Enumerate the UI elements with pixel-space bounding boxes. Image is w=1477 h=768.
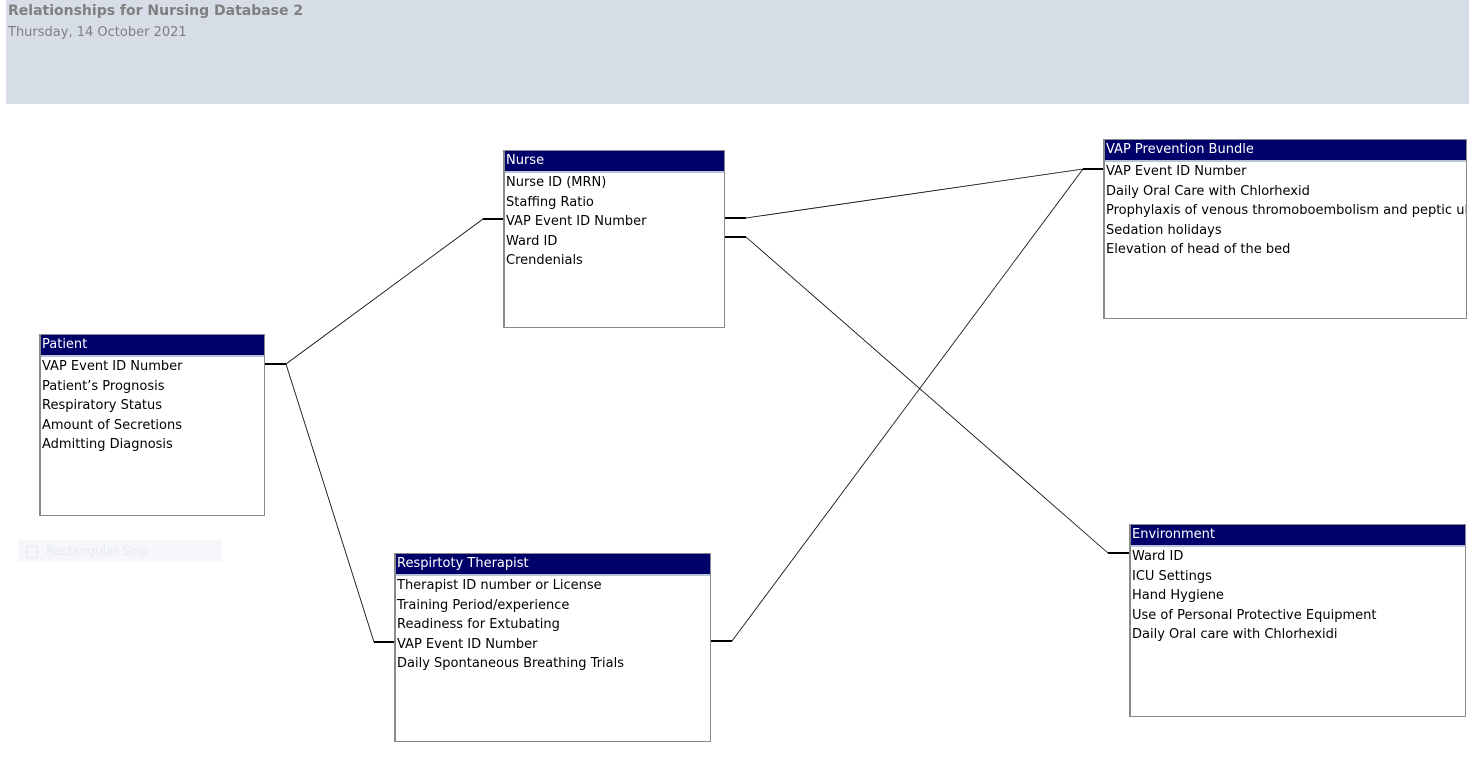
table-title-vap-prevention-bundle[interactable]: VAP Prevention Bundle bbox=[1105, 140, 1466, 162]
table-title-respiratory-therapist[interactable]: Respirtoty Therapist bbox=[396, 554, 710, 576]
relation-line-patient-therapist bbox=[285, 363, 375, 643]
field-item[interactable]: Sedation holidays bbox=[1105, 221, 1466, 241]
field-item[interactable]: Therapist ID number or License bbox=[396, 576, 710, 596]
table-patient[interactable]: Patient VAP Event ID Number Patient’s Pr… bbox=[39, 334, 265, 516]
field-item[interactable]: Daily Spontaneous Breathing Trials bbox=[396, 654, 710, 674]
field-item[interactable]: Ward ID bbox=[505, 232, 724, 252]
field-item[interactable]: Amount of Secretions bbox=[41, 416, 264, 436]
field-item[interactable]: Use of Personal Protective Equipment bbox=[1131, 606, 1465, 626]
field-item[interactable]: Crendenials bbox=[505, 251, 724, 271]
field-list-nurse: Nurse ID (MRN) Staffing Ratio VAP Event … bbox=[505, 173, 724, 271]
field-item[interactable]: Ward ID bbox=[1131, 547, 1465, 567]
table-title-patient[interactable]: Patient bbox=[41, 335, 264, 357]
field-item[interactable]: Daily Oral Care with Chlorhexid bbox=[1105, 182, 1466, 202]
field-item[interactable]: Readiness for Extubating bbox=[396, 615, 710, 635]
field-item[interactable]: Nurse ID (MRN) bbox=[505, 173, 724, 193]
field-list-respiratory-therapist: Therapist ID number or License Training … bbox=[396, 576, 710, 674]
field-item[interactable]: VAP Event ID Number bbox=[505, 212, 724, 232]
field-item[interactable]: Elevation of head of the bed bbox=[1105, 240, 1466, 260]
table-nurse[interactable]: Nurse Nurse ID (MRN) Staffing Ratio VAP … bbox=[503, 150, 725, 328]
table-environment[interactable]: Environment Ward ID ICU Settings Hand Hy… bbox=[1129, 524, 1466, 717]
field-item[interactable]: VAP Event ID Number bbox=[396, 635, 710, 655]
table-title-nurse[interactable]: Nurse bbox=[505, 151, 724, 173]
table-title-environment[interactable]: Environment bbox=[1131, 525, 1465, 547]
relation-line-nurse-environment bbox=[745, 236, 1109, 554]
field-item[interactable]: Admitting Diagnosis bbox=[41, 435, 264, 455]
table-respiratory-therapist[interactable]: Respirtoty Therapist Therapist ID number… bbox=[394, 553, 711, 742]
field-list-vap-prevention-bundle: VAP Event ID Number Daily Oral Care with… bbox=[1105, 162, 1466, 260]
field-item[interactable]: Patient’s Prognosis bbox=[41, 377, 264, 397]
field-item[interactable]: VAP Event ID Number bbox=[1105, 162, 1466, 182]
field-item[interactable]: Respiratory Status bbox=[41, 396, 264, 416]
field-item[interactable]: Hand Hygiene bbox=[1131, 586, 1465, 606]
field-list-environment: Ward ID ICU Settings Hand Hygiene Use of… bbox=[1131, 547, 1465, 645]
field-list-patient: VAP Event ID Number Patient’s Prognosis … bbox=[41, 357, 264, 455]
field-item[interactable]: VAP Event ID Number bbox=[41, 357, 264, 377]
field-item[interactable]: Training Period/experience bbox=[396, 596, 710, 616]
relation-line-nurse-vap bbox=[745, 168, 1084, 219]
relation-line-therapist-vap bbox=[731, 168, 1084, 642]
field-item[interactable]: Staffing Ratio bbox=[505, 193, 724, 213]
field-item[interactable]: ICU Settings bbox=[1131, 567, 1465, 587]
field-item[interactable]: Daily Oral care with Chlorhexidi bbox=[1131, 625, 1465, 645]
table-vap-prevention-bundle[interactable]: VAP Prevention Bundle VAP Event ID Numbe… bbox=[1103, 139, 1467, 319]
relation-line-patient-nurse bbox=[285, 218, 484, 365]
field-item[interactable]: Prophylaxis of venous thromoboembolism a… bbox=[1105, 201, 1466, 221]
